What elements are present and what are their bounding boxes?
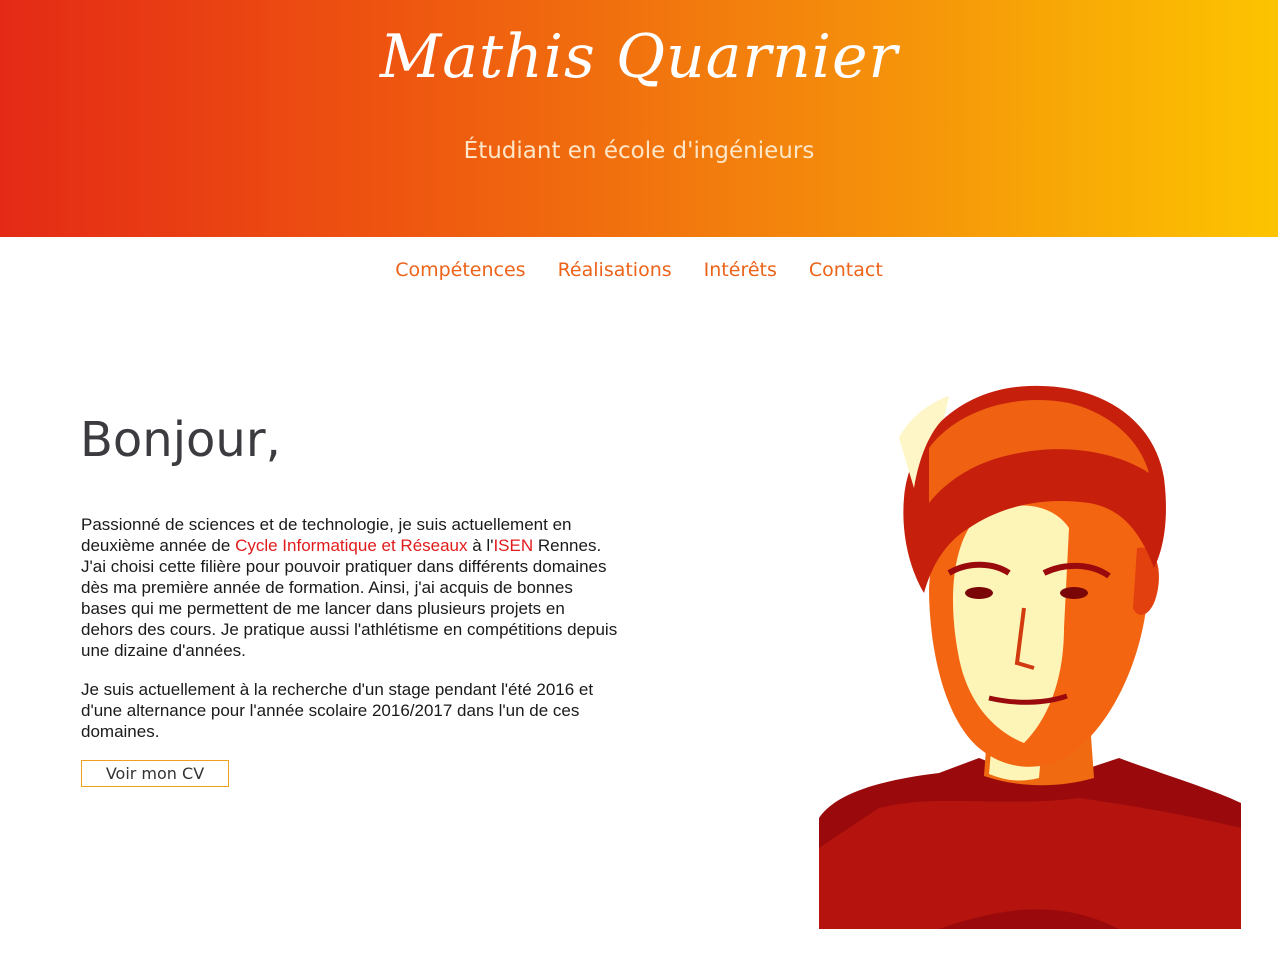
bio-paragraph-2: Je suis actuellement à la recherche d'un… [81, 680, 594, 741]
greeting-heading: Bonjour, [80, 412, 281, 468]
bio-text-2: à l' [467, 536, 494, 555]
main-nav: Compétences Réalisations Intérêts Contac… [0, 257, 1278, 283]
site-title: Mathis Quarnier [379, 22, 899, 92]
portrait-image [819, 385, 1241, 929]
site-header: Mathis Quarnier Étudiant en école d'ingé… [0, 0, 1278, 237]
site-subtitle: Étudiant en école d'ingénieurs [463, 138, 815, 164]
nav-link-contact[interactable]: Contact [809, 257, 883, 283]
cv-button[interactable]: Voir mon CV [81, 760, 229, 787]
nav-link-competences[interactable]: Compétences [395, 257, 525, 283]
nav-link-realisations[interactable]: Réalisations [558, 257, 672, 283]
cycle-link[interactable]: Cycle Informatique et Réseaux [235, 536, 467, 555]
bio-paragraph: Passionné de sciences et de technologie,… [81, 514, 621, 661]
nav-link-interets[interactable]: Intérêts [704, 257, 777, 283]
isen-link[interactable]: ISEN [493, 536, 533, 555]
